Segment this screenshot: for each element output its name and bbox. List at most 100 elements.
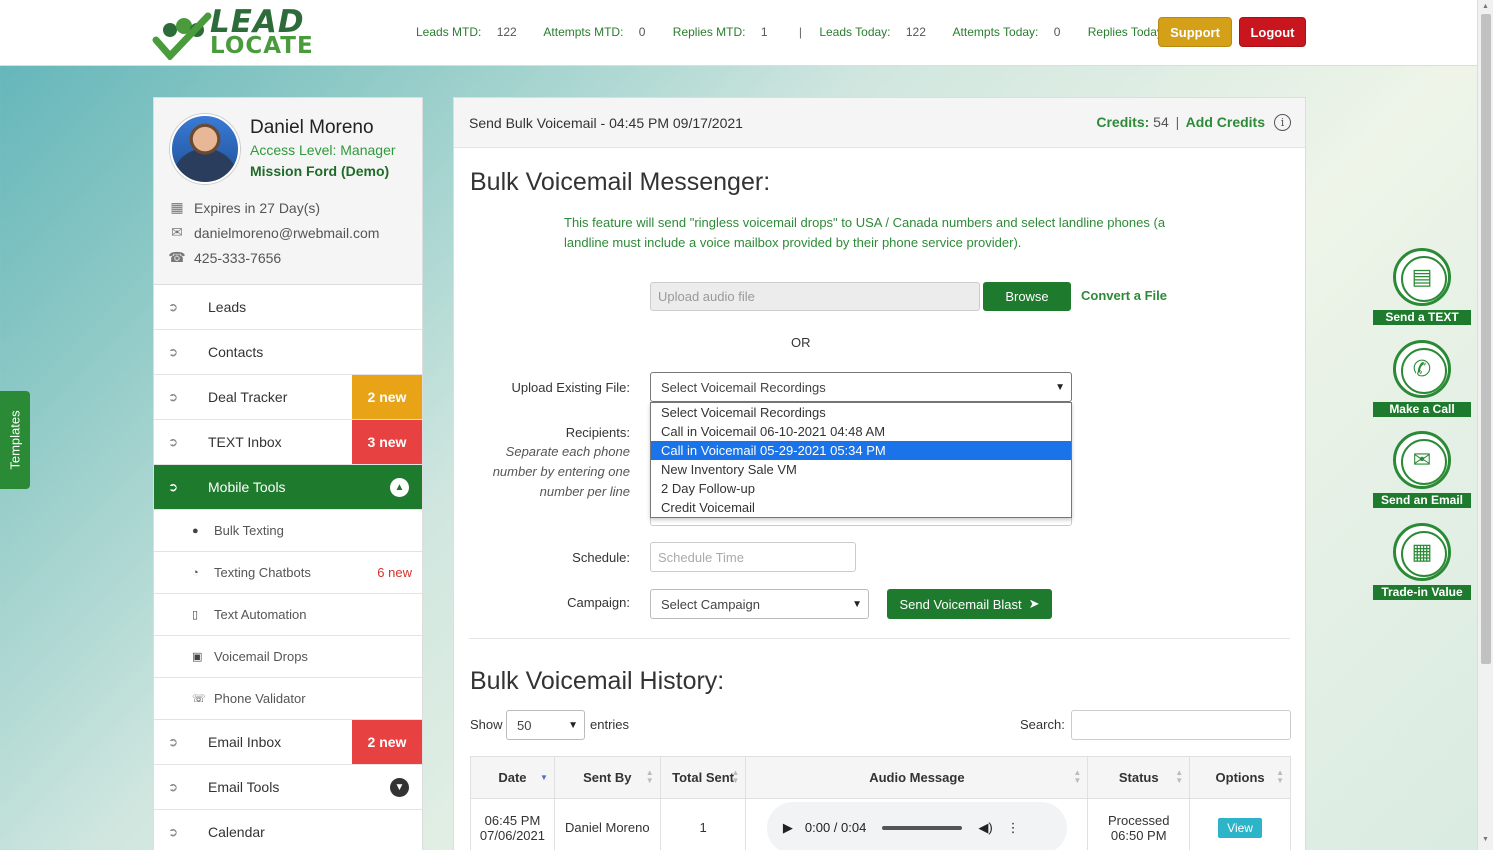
- scrollbar-thumb[interactable]: [1481, 14, 1491, 664]
- sidebar-item-email-tools[interactable]: ➲ Email Tools ▼: [154, 765, 422, 810]
- deal-tracker-badge: 2 new: [352, 375, 422, 419]
- sign-in-icon: ➲: [168, 345, 179, 359]
- dropdown-option[interactable]: 2 Day Follow-up: [651, 479, 1071, 498]
- profile-name: Daniel Moreno: [250, 117, 374, 138]
- add-credits-link[interactable]: Add Credits: [1186, 114, 1265, 130]
- view-button[interactable]: View: [1218, 817, 1262, 838]
- col-audio-message[interactable]: Audio Message ▲ ▼: [745, 756, 1089, 799]
- dropdown-option[interactable]: Select Voicemail Recordings: [651, 403, 1071, 422]
- sidebar: Daniel Moreno Access Level: Manager Miss…: [153, 97, 423, 850]
- sidebar-item-label: Leads: [208, 299, 247, 315]
- col-status[interactable]: Status ▲ ▼: [1087, 756, 1191, 799]
- sidebar-item-calendar[interactable]: ➲ Calendar: [154, 810, 422, 850]
- dropdown-option[interactable]: Call in Voicemail 06-10-2021 04:48 AM: [651, 422, 1071, 441]
- col-options[interactable]: Options ▲ ▼: [1189, 756, 1291, 799]
- sidebar-item-label: Email Inbox: [208, 734, 282, 750]
- search-label: Search:: [1020, 717, 1065, 732]
- email-inbox-badge: 2 new: [352, 720, 422, 764]
- voicemail-recording-select[interactable]: Select Voicemail Recordings ▼: [650, 372, 1072, 402]
- logout-button[interactable]: Logout: [1239, 17, 1306, 47]
- sort-icon: ▲ ▼: [731, 768, 740, 785]
- audio-progress-track[interactable]: [882, 825, 963, 830]
- entries-label: entries: [590, 717, 630, 732]
- quick-action-make-call[interactable]: ✆ Make a Call: [1373, 340, 1471, 417]
- recipients-hint-line: number by entering one: [492, 464, 630, 479]
- sidebar-subitem-phone-validator[interactable]: ☏ Phone Validator: [154, 678, 422, 720]
- chevron-up-icon[interactable]: ▲: [390, 477, 409, 497]
- campaign-select[interactable]: Select Campaign ▼: [650, 589, 869, 619]
- cell-status: Processed 06:50 PM: [1087, 798, 1191, 850]
- sidebar-item-text-inbox[interactable]: ➲ TEXT Inbox 3 new: [154, 420, 422, 465]
- chevron-down-icon[interactable]: ▼: [390, 777, 409, 797]
- text-inbox-badge: 3 new: [352, 420, 422, 464]
- col-sent-by[interactable]: Sent By ▲ ▼: [553, 756, 661, 799]
- sidebar-item-contacts[interactable]: ➲ Contacts: [154, 330, 422, 375]
- sidebar-item-mobile-tools[interactable]: ➲ Mobile Tools ▲: [154, 465, 422, 510]
- play-icon[interactable]: ▶: [783, 820, 793, 836]
- sidebar-item-label: Deal Tracker: [208, 389, 288, 405]
- recipients-label: Recipients:: [565, 425, 630, 440]
- sort-desc-icon: ▼: [540, 773, 548, 782]
- entries-select[interactable]: 50 ▼: [506, 710, 585, 740]
- logo-mark-icon: [152, 12, 212, 60]
- scroll-down-icon[interactable]: ▼: [1482, 836, 1489, 843]
- info-icon[interactable]: i: [1274, 114, 1291, 131]
- scroll-up-icon[interactable]: ▲: [1482, 3, 1489, 10]
- profile-expires: ▦ Expires in 27 Day(s): [168, 199, 320, 216]
- sign-in-icon: ➲: [168, 480, 179, 494]
- upload-audio-input[interactable]: Upload audio file: [650, 282, 980, 311]
- col-date[interactable]: Date ▼: [470, 756, 555, 799]
- quick-action-trade-in-value[interactable]: ▦ Trade-in Value: [1373, 523, 1471, 600]
- quick-action-send-email[interactable]: ✉ Send an Email: [1373, 431, 1471, 508]
- sidebar-nav: ➲ Leads ➲ Contacts ➲ Deal Tracker 2 new …: [154, 285, 422, 850]
- support-button[interactable]: Support: [1158, 17, 1232, 47]
- profile-access-level: Access Level: Manager: [250, 142, 396, 158]
- quick-action-label: Send an Email: [1373, 493, 1471, 508]
- quick-action-send-text[interactable]: ▤ Send a TEXT: [1373, 248, 1471, 325]
- page-scrollbar[interactable]: ▲ ▼: [1477, 0, 1493, 850]
- more-options-icon[interactable]: ⋮: [1007, 820, 1020, 836]
- mobile-icon: ▯: [192, 609, 199, 621]
- browse-button[interactable]: Browse: [983, 282, 1071, 311]
- paper-plane-icon: ➤: [1028, 596, 1040, 611]
- templates-tab-label: Templates: [7, 410, 23, 470]
- cell-date-day: 07/06/2021: [479, 827, 545, 843]
- col-sent-by-label: Sent By: [583, 770, 632, 785]
- convert-file-link[interactable]: Convert a File: [1081, 288, 1167, 303]
- sidebar-subitem-label: Texting Chatbots: [214, 565, 311, 580]
- audio-player[interactable]: ▶ 0:00 / 0:04 ◀) ⋮: [766, 801, 1067, 850]
- col-status-label: Status: [1118, 770, 1159, 785]
- col-total-sent[interactable]: Total Sent ▲ ▼: [659, 756, 747, 799]
- sidebar-item-label: Mobile Tools: [208, 479, 286, 495]
- schedule-time-input[interactable]: Schedule Time: [650, 542, 856, 572]
- sidebar-item-leads[interactable]: ➲ Leads: [154, 285, 422, 330]
- col-audio-label: Audio Message: [869, 770, 965, 785]
- calendar-icon: ▦: [170, 199, 184, 215]
- sidebar-item-deal-tracker[interactable]: ➲ Deal Tracker 2 new: [154, 375, 422, 420]
- phone-call-icon: ✆: [1393, 340, 1451, 398]
- avatar[interactable]: [170, 114, 240, 184]
- panel-title: Send Bulk Voicemail - 04:45 PM 09/17/202…: [469, 115, 743, 131]
- sidebar-item-label: TEXT Inbox: [208, 434, 282, 450]
- send-voicemail-blast-button[interactable]: Send Voicemail Blast ➤: [887, 589, 1052, 619]
- or-divider: OR: [791, 335, 811, 350]
- top-header: LEAD LOCATE Leads MTD: 122 Attempts MTD:…: [0, 0, 1477, 66]
- sidebar-subitem-voicemail-drops[interactable]: ▣ Voicemail Drops: [154, 636, 422, 678]
- schedule-label: Schedule:: [572, 550, 630, 565]
- dropdown-option[interactable]: Credit Voicemail: [651, 498, 1071, 517]
- history-search-input[interactable]: [1071, 710, 1291, 740]
- dropdown-option[interactable]: New Inventory Sale VM: [651, 460, 1071, 479]
- comment-icon: ●: [192, 524, 199, 537]
- sidebar-item-email-inbox[interactable]: ➲ Email Inbox 2 new: [154, 720, 422, 765]
- sidebar-subitem-text-automation[interactable]: ▯ Text Automation: [154, 594, 422, 636]
- volume-icon[interactable]: ◀): [978, 820, 992, 836]
- profile-dealer: Mission Ford (Demo): [250, 163, 390, 179]
- templates-tab[interactable]: Templates: [0, 391, 30, 489]
- sidebar-subitem-bulk-texting[interactable]: ● Bulk Texting: [154, 510, 422, 552]
- dropdown-option-highlighted[interactable]: Call in Voicemail 05-29-2021 05:34 PM: [651, 441, 1071, 460]
- sidebar-subitem-label: Text Automation: [214, 607, 307, 622]
- lead-locate-logo[interactable]: LEAD LOCATE: [152, 4, 318, 60]
- logo-text-locate: LOCATE: [210, 33, 314, 59]
- existing-file-label: Upload Existing File:: [511, 380, 631, 395]
- sidebar-subitem-texting-chatbots[interactable]: ◔ Texting Chatbots 6 new: [154, 552, 422, 594]
